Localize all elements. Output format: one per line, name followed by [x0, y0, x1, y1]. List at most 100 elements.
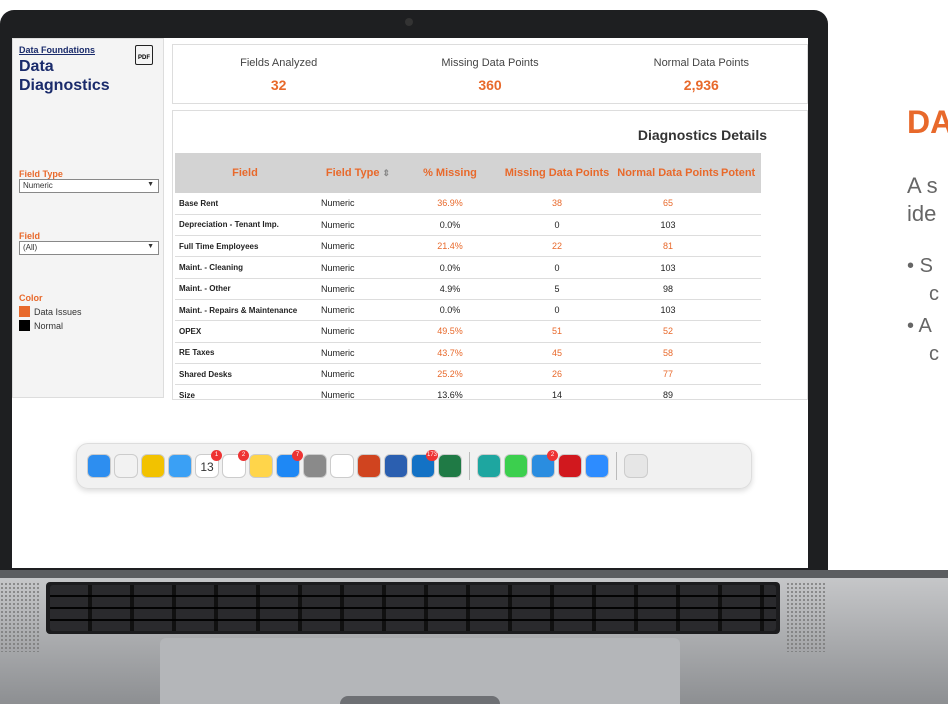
- cell-field: Shared Desks: [175, 363, 315, 386]
- notification-badge: 2: [547, 450, 558, 461]
- app-store-icon[interactable]: 7: [276, 450, 303, 478]
- cell-field: OPEX: [175, 320, 315, 343]
- keyboard-keys: [50, 585, 776, 631]
- dock-separator: [469, 452, 470, 480]
- table-header-row: Field Field Type ⇕ % Missing Missing Dat…: [175, 153, 761, 193]
- acrobat-icon[interactable]: [558, 454, 582, 478]
- word-icon[interactable]: [384, 454, 408, 478]
- cell-pct-missing: 49.5%: [401, 320, 499, 343]
- speaker-grille-right: [786, 582, 826, 652]
- trash-icon[interactable]: [624, 454, 648, 478]
- right-bullet-1-text: S: [919, 255, 933, 277]
- col-header-field[interactable]: Field: [175, 153, 315, 193]
- cell-pct-missing: 13.6%: [401, 384, 499, 399]
- cell-field: Depreciation - Tenant Imp.: [175, 214, 315, 237]
- cell-field-type: Numeric: [315, 363, 401, 386]
- col-header-potent[interactable]: Potent: [721, 153, 761, 193]
- cell-field-type: Numeric: [315, 299, 401, 322]
- onedrive-icon[interactable]: 2: [531, 450, 558, 478]
- cell-field: Maint. - Cleaning: [175, 256, 315, 279]
- kpi-normal-data-points: Normal Data Points 2,936: [596, 45, 807, 103]
- table-row[interactable]: RE Taxes Numeric 43.7% 45 58: [175, 342, 761, 364]
- table-row[interactable]: Size Numeric 13.6% 14 89: [175, 384, 761, 399]
- kpi-strip: Fields Analyzed 32 Missing Data Points 3…: [172, 44, 808, 104]
- notification-badge: 1: [211, 450, 222, 461]
- cell-field: Maint. - Repairs & Maintenance: [175, 299, 315, 322]
- field-type-select[interactable]: Numeric ▼: [19, 179, 159, 193]
- table-row[interactable]: Base Rent Numeric 36.9% 38 65: [175, 193, 761, 215]
- cell-potent: [721, 320, 761, 343]
- diagnostics-table: Field Field Type ⇕ % Missing Missing Dat…: [175, 153, 761, 399]
- right-intro-line2: ide: [907, 201, 937, 226]
- right-bullet-1: • S: [907, 255, 933, 277]
- edge-icon[interactable]: [477, 454, 501, 478]
- col-header-normal-data-points[interactable]: Normal Data Points: [615, 153, 721, 193]
- kpi-label: Normal Data Points: [653, 57, 749, 69]
- kpi-value: 32: [270, 77, 287, 93]
- cell-normal-data-points: 89: [615, 384, 721, 399]
- messages-icon[interactable]: [504, 454, 528, 478]
- cell-missing-data-points: 5: [499, 278, 615, 300]
- right-intro: A s ide: [907, 172, 938, 228]
- cell-pct-missing: 43.7%: [401, 342, 499, 364]
- field-select[interactable]: (All) ▼: [19, 241, 159, 255]
- calendar-icon[interactable]: 13 1: [195, 450, 222, 478]
- field-type-value: Numeric: [23, 181, 53, 190]
- cell-potent: [721, 278, 761, 300]
- chrome-icon[interactable]: [141, 454, 165, 478]
- cell-pct-missing: 0.0%: [401, 256, 499, 279]
- chevron-down-icon: ▼: [147, 181, 154, 188]
- cell-missing-data-points: 0: [499, 256, 615, 279]
- legend-item-normal: Normal: [19, 320, 157, 331]
- cell-normal-data-points: 103: [615, 299, 721, 322]
- col-header-field-type-label: Field Type: [325, 167, 380, 179]
- table-row[interactable]: Maint. - Cleaning Numeric 0.0% 0 103: [175, 256, 761, 279]
- col-header-missing-data-points[interactable]: Missing Data Points: [499, 153, 615, 193]
- outlook-icon[interactable]: 173: [411, 450, 438, 478]
- powerpoint-icon[interactable]: [357, 454, 381, 478]
- right-heading: DA: [907, 104, 948, 140]
- slack-icon[interactable]: [330, 454, 354, 478]
- cell-field-type: Numeric: [315, 235, 401, 258]
- stage: Data Foundations Data Diagnostics PDF Fi…: [0, 0, 948, 704]
- cell-field-type: Numeric: [315, 342, 401, 364]
- right-bullet-1b: c: [929, 283, 939, 305]
- zoom-icon[interactable]: [585, 454, 609, 478]
- notification-badge: 7: [292, 450, 303, 461]
- cell-potent: [721, 214, 761, 237]
- safari-icon[interactable]: [168, 454, 192, 478]
- cell-field: Full Time Employees: [175, 235, 315, 258]
- cell-field: Size: [175, 384, 315, 399]
- col-header-field-type[interactable]: Field Type ⇕: [315, 153, 401, 193]
- reminders-icon[interactable]: 2: [222, 450, 249, 478]
- sort-icon[interactable]: ⇕: [383, 168, 391, 178]
- table-row[interactable]: Full Time Employees Numeric 21.4% 22 81: [175, 235, 761, 258]
- launchpad-icon[interactable]: [114, 454, 138, 478]
- details-title: Diagnostics Details: [637, 127, 767, 143]
- excel-icon[interactable]: [438, 454, 462, 478]
- pdf-export-icon[interactable]: PDF: [135, 45, 153, 65]
- table-row[interactable]: Shared Desks Numeric 25.2% 26 77: [175, 363, 761, 386]
- finder-icon[interactable]: [87, 454, 111, 478]
- cell-missing-data-points: 51: [499, 320, 615, 343]
- kpi-value: 360: [478, 77, 502, 93]
- table-row[interactable]: Maint. - Repairs & Maintenance Numeric 0.0…: [175, 299, 761, 322]
- table-row[interactable]: OPEX Numeric 49.5% 51 52: [175, 320, 761, 343]
- field-label: Field: [19, 231, 41, 241]
- system-preferences-icon[interactable]: [303, 454, 327, 478]
- chevron-down-icon: ▼: [147, 243, 154, 250]
- cell-missing-data-points: 38: [499, 193, 615, 215]
- notes-icon[interactable]: [249, 454, 273, 478]
- cell-pct-missing: 0.0%: [401, 214, 499, 237]
- table-row[interactable]: Maint. - Other Numeric 4.9% 5 98: [175, 278, 761, 300]
- page-title-line2: Diagnostics: [19, 77, 110, 94]
- cell-field-type: Numeric: [315, 214, 401, 237]
- color-label: Color: [19, 293, 43, 303]
- col-header-pct-missing[interactable]: % Missing: [401, 153, 499, 193]
- table-row[interactable]: Depreciation - Tenant Imp. Numeric 0.0% 0 10…: [175, 214, 761, 237]
- cell-field-type: Numeric: [315, 278, 401, 300]
- cell-field-type: Numeric: [315, 320, 401, 343]
- cell-pct-missing: 25.2%: [401, 363, 499, 386]
- cell-missing-data-points: 14: [499, 384, 615, 399]
- cell-pct-missing: 21.4%: [401, 235, 499, 258]
